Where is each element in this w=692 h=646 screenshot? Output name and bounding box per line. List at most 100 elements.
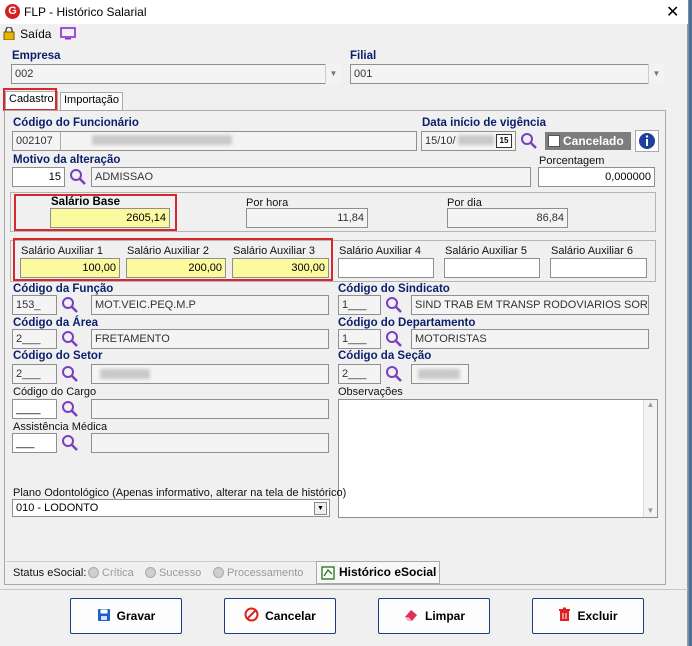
area-search-icon[interactable] bbox=[60, 329, 80, 349]
floppy-icon bbox=[97, 608, 111, 625]
departamento-code-input[interactable]: 1___ bbox=[338, 329, 381, 349]
cancelado-checkbox[interactable]: Cancelado bbox=[545, 132, 631, 150]
motivo-code: 15 bbox=[48, 171, 61, 183]
cargo-search-icon[interactable] bbox=[60, 399, 80, 419]
annotation-salarios-auxiliares bbox=[13, 238, 333, 281]
lock-icon bbox=[3, 26, 18, 43]
info-button[interactable] bbox=[635, 130, 659, 152]
status-processamento-label: Processamento bbox=[227, 567, 304, 579]
plano-select[interactable]: 010 - LODONTO bbox=[12, 499, 330, 517]
aux6-input[interactable] bbox=[550, 258, 647, 278]
cargo-code-input[interactable]: ____ bbox=[12, 399, 57, 419]
divider bbox=[60, 131, 61, 151]
radio-icon bbox=[213, 567, 224, 578]
cancel-icon bbox=[244, 607, 259, 625]
save-label: Gravar bbox=[116, 609, 156, 623]
area-label: Código da Área bbox=[13, 317, 98, 329]
exit-button[interactable]: Saída bbox=[3, 26, 51, 43]
radio-icon bbox=[145, 567, 156, 578]
sindicato-label: Código do Sindicato bbox=[338, 283, 450, 295]
assistencia-desc-field bbox=[91, 433, 329, 453]
assistencia-code-input[interactable]: ___ bbox=[12, 433, 57, 453]
secao-desc-redacted bbox=[418, 369, 460, 379]
bottom-divider bbox=[0, 589, 688, 590]
motivo-desc-field: ADMISSAO bbox=[91, 167, 531, 187]
departamento-search-icon[interactable] bbox=[384, 329, 404, 349]
aux4-label: Salário Auxiliar 4 bbox=[339, 245, 421, 257]
scroll-down-icon[interactable]: ▼ bbox=[644, 506, 657, 515]
empresa-select[interactable]: 002 bbox=[11, 64, 341, 84]
aux5-label: Salário Auxiliar 5 bbox=[445, 245, 527, 257]
status-critica-label: Crítica bbox=[102, 567, 134, 579]
setor-search-icon[interactable] bbox=[60, 364, 80, 384]
status-option-critica[interactable]: Crítica bbox=[88, 567, 134, 579]
departamento-desc-field: MOTORISTAS bbox=[411, 329, 649, 349]
observacoes-scrollbar[interactable]: ▲ ▼ bbox=[643, 400, 657, 517]
tab-importacao[interactable]: Importação bbox=[60, 92, 124, 110]
plano-label: Plano Odontológico (Apenas informativo, … bbox=[13, 487, 347, 499]
historico-esocial-button[interactable]: Histórico eSocial bbox=[316, 561, 440, 584]
secao-code-input[interactable]: 2___ bbox=[338, 364, 381, 384]
motivo-code-input[interactable]: 15 bbox=[12, 167, 65, 187]
filial-label: Filial bbox=[350, 50, 377, 62]
status-option-processamento[interactable]: Processamento bbox=[213, 567, 303, 579]
sindicato-code-input[interactable]: 1___ bbox=[338, 295, 381, 315]
checkbox-icon bbox=[548, 135, 560, 147]
funcao-desc: MOT.VEIC.PEQ.M.P bbox=[95, 299, 196, 311]
calendar-icon[interactable]: 15 bbox=[496, 134, 512, 148]
observacoes-label: Observações bbox=[338, 386, 403, 398]
filial-select[interactable]: 001 bbox=[350, 64, 664, 84]
assistencia-search-icon[interactable] bbox=[60, 433, 80, 453]
area-code: 2___ bbox=[16, 333, 41, 345]
motivo-desc: ADMISSAO bbox=[95, 171, 154, 183]
status-option-sucesso[interactable]: Sucesso bbox=[145, 567, 201, 579]
save-button[interactable]: Gravar bbox=[70, 598, 182, 634]
vigencia-search-icon[interactable] bbox=[519, 131, 539, 151]
area-code-input[interactable]: 2___ bbox=[12, 329, 57, 349]
clear-label: Limpar bbox=[424, 609, 465, 623]
cancel-button[interactable]: Cancelar bbox=[224, 598, 336, 634]
funcionario-code: 002107 bbox=[16, 135, 53, 147]
secao-label: Código da Seção bbox=[338, 350, 432, 362]
cargo-label: Código do Cargo bbox=[13, 386, 97, 398]
filial-dropdown-icon[interactable]: ▼ bbox=[648, 64, 664, 84]
monitor-icon[interactable] bbox=[60, 27, 76, 43]
motivo-search-icon[interactable] bbox=[68, 167, 88, 187]
radio-icon bbox=[88, 567, 99, 578]
empresa-dropdown-icon[interactable]: ▼ bbox=[325, 64, 341, 84]
secao-search-icon[interactable] bbox=[384, 364, 404, 384]
sindicato-search-icon[interactable] bbox=[384, 295, 404, 315]
motivo-label: Motivo da alteração bbox=[13, 154, 121, 166]
scroll-up-icon[interactable]: ▲ bbox=[644, 400, 657, 409]
setor-code: 2___ bbox=[16, 368, 41, 380]
funcao-search-icon[interactable] bbox=[60, 295, 80, 315]
historico-esocial-label: Histórico eSocial bbox=[339, 565, 437, 579]
aux6-label: Salário Auxiliar 6 bbox=[551, 245, 633, 257]
historico-salarial-window: G FLP - Histórico Salarial ✕ Saída Empre… bbox=[0, 0, 688, 646]
porcentagem-input[interactable]: 0,000000 bbox=[538, 167, 655, 187]
observacoes-textarea[interactable] bbox=[338, 399, 658, 518]
empresa-value: 002 bbox=[15, 68, 34, 80]
delete-button[interactable]: Excluir bbox=[532, 598, 644, 634]
porcentagem-label: Porcentagem bbox=[539, 155, 605, 167]
funcao-code-input[interactable]: 153_ bbox=[12, 295, 57, 315]
sindicato-desc-field: SIND TRAB EM TRANSP RODOVIARIOS SORO bbox=[411, 295, 649, 315]
filial-value: 001 bbox=[354, 68, 373, 80]
departamento-code: 1___ bbox=[342, 333, 367, 345]
area-desc: FRETAMENTO bbox=[95, 333, 170, 345]
por-hora-value: 11,84 bbox=[337, 212, 364, 224]
aux5-input[interactable] bbox=[444, 258, 540, 278]
funcao-code: 153_ bbox=[16, 299, 41, 311]
app-logo-icon: G bbox=[5, 4, 20, 19]
close-icon[interactable]: ✕ bbox=[666, 2, 679, 22]
clear-button[interactable]: Limpar bbox=[378, 598, 490, 634]
setor-code-input[interactable]: 2___ bbox=[12, 364, 57, 384]
status-sucesso-label: Sucesso bbox=[159, 567, 202, 579]
setor-label: Código do Setor bbox=[13, 350, 103, 362]
cargo-code: ____ bbox=[16, 403, 41, 415]
aux4-input[interactable] bbox=[338, 258, 434, 278]
tab-importacao-label: Importação bbox=[64, 94, 120, 106]
por-dia-field: 86,84 bbox=[447, 208, 568, 228]
plano-dropdown-icon[interactable]: ▼ bbox=[314, 502, 327, 515]
trash-icon bbox=[558, 607, 571, 625]
